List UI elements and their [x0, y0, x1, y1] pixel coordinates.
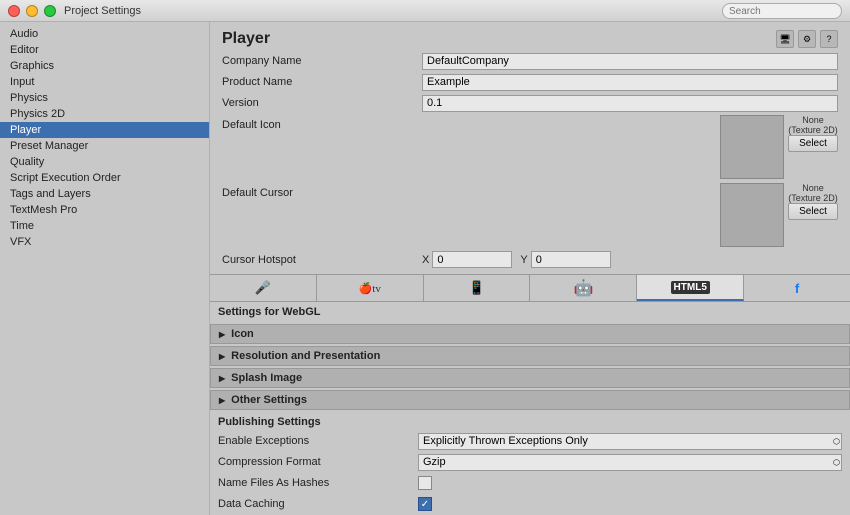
enable-exceptions-wrapper: Explicitly Thrown Exceptions Only	[418, 433, 842, 450]
appletv-icon: 🍎tv	[359, 282, 381, 295]
sidebar-item-time[interactable]: Time	[0, 218, 209, 234]
default-icon-label: Default Icon	[222, 115, 422, 179]
resolution-section-header[interactable]: Resolution and Presentation	[210, 346, 850, 366]
sidebar-item-vfx[interactable]: VFX	[0, 234, 209, 250]
data-caching-label: Data Caching	[218, 498, 418, 510]
sidebar-item-graphics[interactable]: Graphics	[0, 58, 209, 74]
splash-section-collapse: Splash Image	[210, 368, 850, 388]
close-button[interactable]	[8, 5, 20, 17]
tab-android[interactable]: 🤖	[530, 275, 637, 301]
name-files-checkbox[interactable]	[418, 476, 432, 490]
tab-appletv[interactable]: 🍎tv	[317, 275, 424, 301]
settings-icon-button[interactable]: ⚙	[798, 30, 816, 48]
default-icon-none-label: None (Texture 2D)	[788, 115, 838, 135]
compression-format-row: Compression Format Gzip	[218, 453, 842, 471]
splash-section-header[interactable]: Splash Image	[210, 368, 850, 388]
default-cursor-none-label: None (Texture 2D)	[788, 183, 838, 203]
version-input[interactable]	[422, 95, 838, 112]
search-box[interactable]	[722, 3, 842, 19]
tab-webgl[interactable]: HTML5	[637, 275, 744, 301]
sidebar-item-physics[interactable]: Physics	[0, 90, 209, 106]
sidebar-item-preset-manager[interactable]: Preset Manager	[0, 138, 209, 154]
hotspot-y-input[interactable]	[531, 251, 611, 268]
default-icon-controls: None (Texture 2D) Select	[788, 115, 838, 152]
window-controls	[8, 5, 56, 17]
minimize-button[interactable]	[26, 5, 38, 17]
resolution-section-collapse: Resolution and Presentation	[210, 346, 850, 366]
default-icon-section: Default Icon None (Texture 2D) Select	[222, 115, 838, 179]
sidebar: Audio Editor Graphics Input Physics Phys…	[0, 22, 210, 515]
facebook-icon: f	[795, 281, 799, 296]
other-section-collapse: Other Settings	[210, 390, 850, 410]
compression-format-select[interactable]: Gzip	[418, 454, 842, 471]
name-files-label: Name Files As Hashes	[218, 477, 418, 489]
company-name-row: Company Name	[222, 52, 838, 70]
platform-tabs: 🎤 🍎tv 📱 🤖 HTML5 f	[210, 274, 850, 302]
content-area: Player 🖥 ⚙ ? Company Name Product Name V…	[210, 22, 850, 515]
sidebar-item-physics2d[interactable]: Physics 2D	[0, 106, 209, 122]
tab-ios[interactable]: 📱	[424, 275, 531, 301]
default-icon-preview	[720, 115, 784, 179]
data-caching-checkbox[interactable]: ✓	[418, 497, 432, 511]
company-name-input[interactable]	[422, 53, 838, 70]
sidebar-item-script-execution-order[interactable]: Script Execution Order	[0, 170, 209, 186]
standalone-icon: 🎤	[255, 280, 271, 296]
version-row: Version	[222, 94, 838, 112]
sidebar-item-player[interactable]: Player	[0, 122, 209, 138]
version-label: Version	[222, 97, 422, 109]
sidebar-item-quality[interactable]: Quality	[0, 154, 209, 170]
main-container: Audio Editor Graphics Input Physics Phys…	[0, 22, 850, 515]
product-name-label: Product Name	[222, 76, 422, 88]
default-cursor-section: Default Cursor None (Texture 2D) Select	[222, 183, 838, 247]
android-icon: 🤖	[573, 278, 593, 298]
tab-standalone[interactable]: 🎤	[210, 275, 317, 301]
sidebar-item-input[interactable]: Input	[0, 74, 209, 90]
hotspot-x-input[interactable]	[432, 251, 512, 268]
default-cursor-controls: None (Texture 2D) Select	[788, 183, 838, 220]
enable-exceptions-row: Enable Exceptions Explicitly Thrown Exce…	[218, 432, 842, 450]
default-icon-select-button[interactable]: Select	[788, 135, 838, 152]
hotspot-x-label: X	[422, 254, 429, 266]
webgl-icon: HTML5	[671, 281, 710, 294]
search-input[interactable]	[729, 6, 835, 17]
webgl-settings-label: Settings for WebGL	[210, 302, 850, 322]
maximize-button[interactable]	[44, 5, 56, 17]
hotspot-y-label: Y	[520, 254, 527, 266]
sidebar-item-tags-and-layers[interactable]: Tags and Layers	[0, 186, 209, 202]
icon-section-header[interactable]: Icon	[210, 324, 850, 344]
company-name-label: Company Name	[222, 55, 422, 67]
ios-icon: 📱	[468, 280, 484, 296]
sidebar-item-textmesh-pro[interactable]: TextMesh Pro	[0, 202, 209, 218]
player-title: Player	[222, 30, 270, 48]
monitor-icon-button[interactable]: 🖥	[776, 30, 794, 48]
player-icons: 🖥 ⚙ ?	[776, 30, 838, 48]
product-name-row: Product Name	[222, 73, 838, 91]
data-caching-row: Data Caching ✓	[218, 495, 842, 513]
name-files-row: Name Files As Hashes	[218, 474, 842, 492]
compression-format-label: Compression Format	[218, 456, 418, 468]
other-section-header[interactable]: Other Settings	[210, 390, 850, 410]
help-icon-button[interactable]: ?	[820, 30, 838, 48]
player-header: Player 🖥 ⚙ ?	[210, 22, 850, 52]
icon-section-collapse: Icon	[210, 324, 850, 344]
publishing-section: Publishing Settings Enable Exceptions Ex…	[210, 412, 850, 515]
sidebar-item-editor[interactable]: Editor	[0, 42, 209, 58]
cursor-hotspot-label: Cursor Hotspot	[222, 254, 422, 266]
cursor-hotspot-row: Cursor Hotspot X Y	[222, 251, 838, 268]
compression-format-wrapper: Gzip	[418, 454, 842, 471]
default-cursor-select-button[interactable]: Select	[788, 203, 838, 220]
enable-exceptions-label: Enable Exceptions	[218, 435, 418, 447]
tab-facebook[interactable]: f	[744, 275, 850, 301]
publishing-title: Publishing Settings	[218, 416, 842, 428]
enable-exceptions-select[interactable]: Explicitly Thrown Exceptions Only	[418, 433, 842, 450]
window-title: Project Settings	[64, 5, 141, 17]
settings-form: Company Name Product Name Version Defaul…	[210, 52, 850, 268]
sidebar-item-audio[interactable]: Audio	[0, 26, 209, 42]
default-cursor-preview	[720, 183, 784, 247]
default-cursor-label: Default Cursor	[222, 183, 422, 247]
product-name-input[interactable]	[422, 74, 838, 91]
title-bar: Project Settings	[0, 0, 850, 22]
